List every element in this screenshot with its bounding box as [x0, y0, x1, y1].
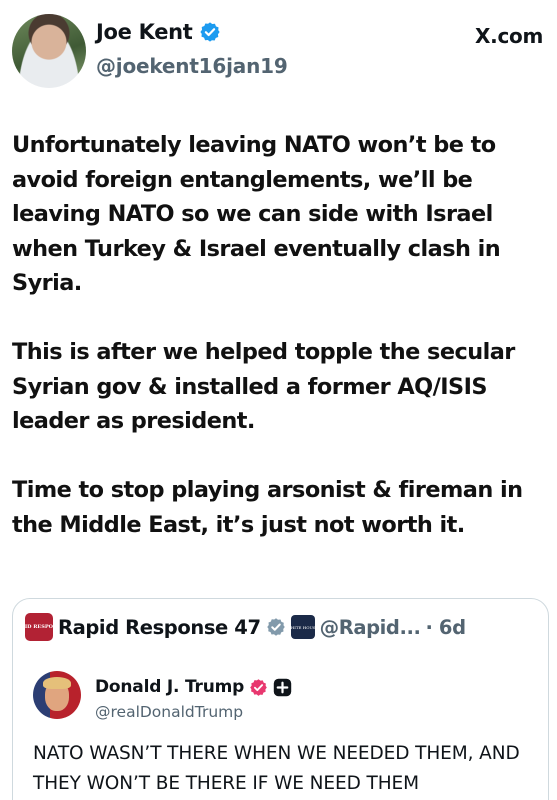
inner-name-row: Donald J. Trump [95, 677, 292, 697]
rapid-response-logo[interactable]: RAPID RESPONSE [13, 613, 65, 641]
tweet-paragraph: Unfortunately leaving NATO won’t be to a… [12, 132, 501, 296]
author-name[interactable]: Joe Kent [96, 20, 193, 44]
inner-post-text: NATO WASN’T THERE WHEN WE NEEDED THEM, A… [33, 743, 520, 794]
white-house-affiliate-icon: WHITE HOUSE [287, 615, 319, 639]
quoted-tweet-card[interactable]: RAPID RESPONSE Rapid Response 47 WHITE H… [12, 598, 549, 800]
quoted-name[interactable]: Rapid Response 47 [58, 616, 261, 639]
tweet-text: Unfortunately leaving NATO won’t be to a… [12, 128, 548, 542]
tweet-paragraph: Time to stop playing arsonist & fireman … [12, 477, 523, 538]
tweet-header: Joe Kent @joekent16jan19 X.com [12, 14, 545, 94]
inner-author-handle[interactable]: @realDonaldTrump [95, 703, 243, 721]
quoted-time[interactable]: · 6d [426, 616, 467, 639]
quoted-header: RAPID RESPONSE Rapid Response 47 WHITE H… [13, 613, 467, 641]
verified-pink-badge-icon [250, 678, 267, 696]
verified-gray-badge-icon [266, 618, 285, 636]
quoted-handle[interactable]: @Rapid... [320, 616, 421, 639]
inner-author-name[interactable]: Donald J. Trump [95, 677, 244, 697]
x-com-label: X.com [475, 24, 543, 48]
author-name-row: Joe Kent [96, 20, 221, 44]
inner-author-avatar[interactable] [33, 671, 81, 719]
author-handle[interactable]: @joekent16jan19 [96, 54, 288, 78]
tweet-paragraph: This is after we helped topple the secul… [12, 339, 515, 434]
author-avatar[interactable] [12, 14, 86, 88]
verified-badge-icon [199, 22, 220, 42]
plus-badge-icon [273, 678, 292, 696]
